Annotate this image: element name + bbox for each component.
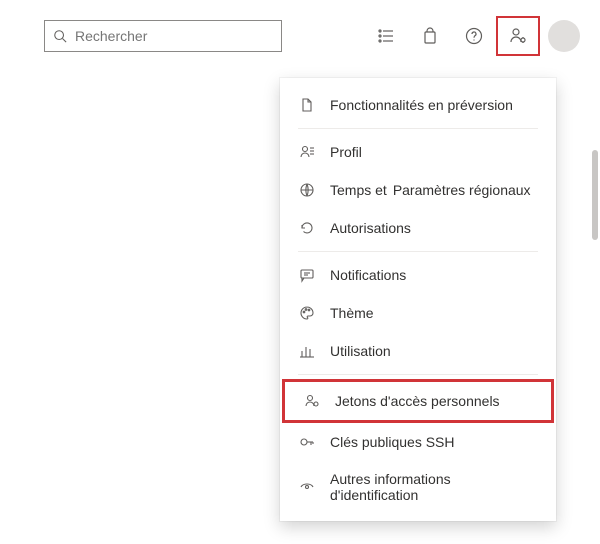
list-icon [377, 27, 395, 45]
menu-ssh-keys[interactable]: Clés publiques SSH [280, 423, 556, 461]
palette-icon [298, 304, 316, 322]
menu-notifications[interactable]: Notifications [280, 256, 556, 294]
menu-personal-access-tokens[interactable]: Jetons d'accès personnels [282, 379, 554, 423]
topbar-actions [364, 16, 580, 56]
separator [298, 128, 538, 129]
refresh-icon [298, 219, 316, 237]
user-settings-dropdown: Fonctionnalités en préversion Profil Tem… [280, 78, 556, 521]
eye-icon [298, 478, 316, 496]
help-icon [465, 27, 483, 45]
menu-label: Autres informations d'identification [330, 471, 538, 503]
chat-icon [298, 266, 316, 284]
shopping-bag-icon [421, 27, 439, 45]
search-input[interactable] [73, 27, 273, 45]
separator [298, 374, 538, 375]
shopping-bag-button[interactable] [408, 16, 452, 56]
avatar[interactable] [548, 20, 580, 52]
menu-label: Clés publiques SSH [330, 434, 538, 450]
menu-label: Utilisation [330, 343, 538, 359]
user-gear-icon [303, 392, 321, 410]
profile-icon [298, 143, 316, 161]
menu-label: Autorisations [330, 220, 538, 236]
globe-icon [298, 181, 316, 199]
key-icon [298, 433, 316, 451]
menu-label: Thème [330, 305, 538, 321]
menu-profile[interactable]: Profil [280, 133, 556, 171]
menu-preview-features[interactable]: Fonctionnalités en préversion [280, 86, 556, 124]
user-settings-button[interactable] [496, 16, 540, 56]
menu-label: Profil [330, 144, 538, 160]
document-icon [298, 96, 316, 114]
bar-chart-icon [298, 342, 316, 360]
scrollbar-thumb[interactable] [592, 150, 598, 240]
menu-theme[interactable]: Thème [280, 294, 556, 332]
menu-label: Fonctionnalités en préversion [330, 97, 538, 113]
menu-label: Notifications [330, 267, 538, 283]
menu-permissions[interactable]: Autorisations [280, 209, 556, 247]
search-box[interactable] [44, 20, 282, 52]
menu-label: Jetons d'accès personnels [335, 393, 533, 409]
scrollbar[interactable] [592, 150, 598, 510]
help-button[interactable] [452, 16, 496, 56]
menu-other-credentials[interactable]: Autres informations d'identification [280, 461, 556, 513]
separator [298, 251, 538, 252]
list-icon-button[interactable] [364, 16, 408, 56]
menu-time-regional[interactable]: Temps etParamètres régionaux [280, 171, 556, 209]
menu-usage[interactable]: Utilisation [280, 332, 556, 370]
topbar [0, 0, 600, 68]
menu-label: Temps etParamètres régionaux [330, 182, 538, 198]
user-gear-icon [508, 26, 528, 46]
search-icon [53, 29, 67, 43]
